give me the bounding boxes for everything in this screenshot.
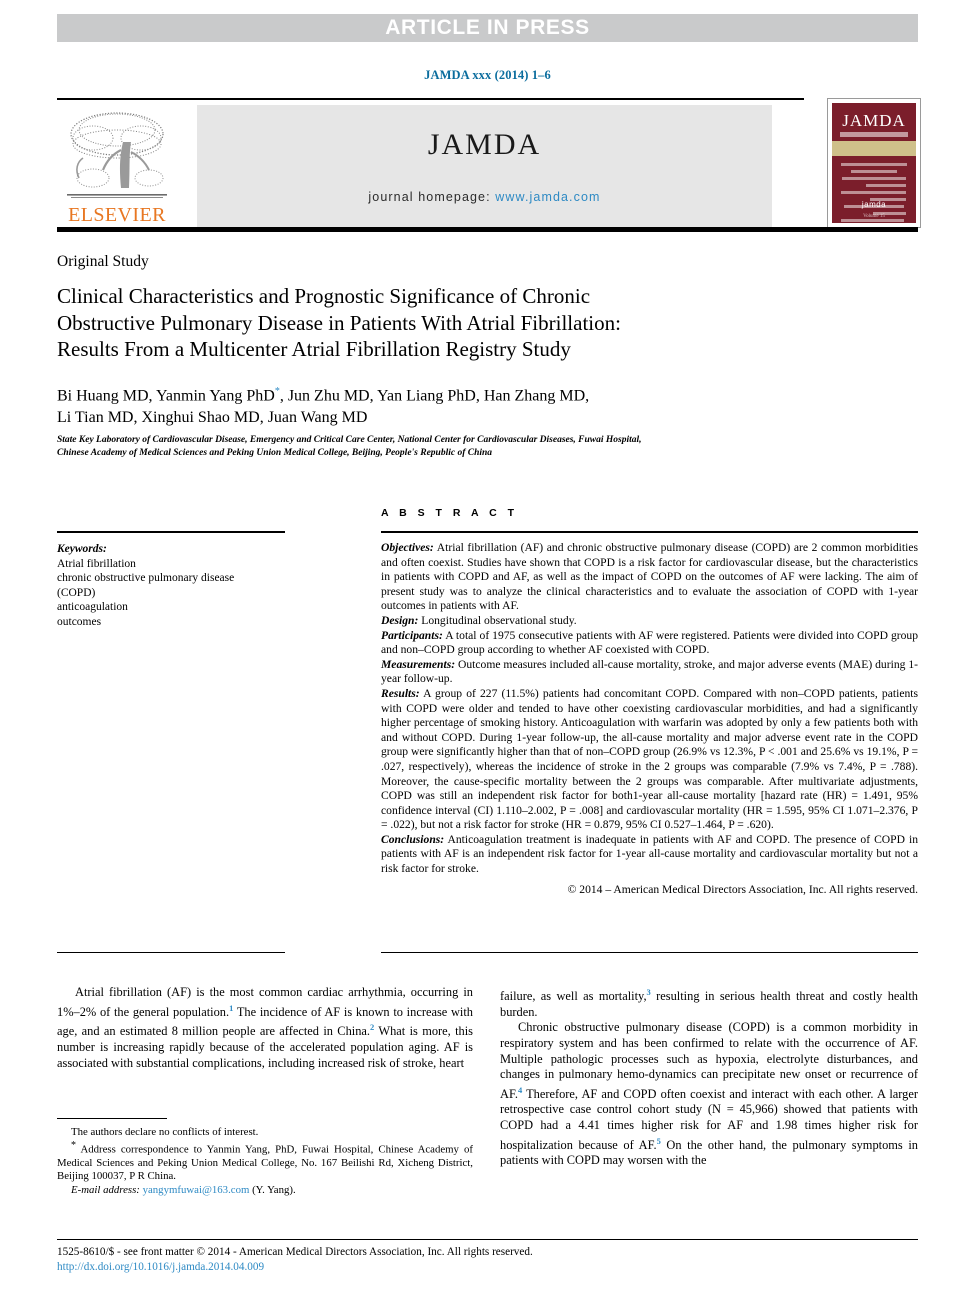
abstract-design-text: Longitudinal observational study. <box>418 613 577 627</box>
email-label: E-mail address: <box>71 1183 140 1196</box>
article-title-line-3: Results From a Multicenter Atrial Fibril… <box>57 337 571 361</box>
author-line-2: Li Tian MD, Xinghui Shao MD, Juan Wang M… <box>57 409 368 427</box>
abstract-conclusions-label: Conclusions: <box>381 832 445 846</box>
cover-background: JAMDA jamda Volume 15 <box>832 103 916 227</box>
continued-text-a: failure, as well as mortality, <box>500 989 647 1004</box>
keyword-item: chronic obstructive pulmonary disease <box>57 572 235 584</box>
keywords-block: Keywords: Atrial fibrillation chronic ob… <box>57 542 287 629</box>
article-title-line-2: Obstructive Pulmonary Disease in Patient… <box>57 310 621 335</box>
abstract-design-label: Design: <box>381 613 419 627</box>
abstract-objectives-label: Objectives: <box>381 541 434 554</box>
article-title-line-1: Clinical Characteristics and Prognostic … <box>57 284 591 308</box>
email-suffix: (Y. Yang). <box>249 1183 296 1196</box>
elsevier-tree-icon <box>67 112 167 198</box>
keywords-bottom-rule <box>57 952 285 953</box>
authors-segment-2: , Jun Zhu MD, Yan Liang PhD, Han Zhang M… <box>279 387 590 405</box>
cover-logo: jamda <box>861 200 887 209</box>
journal-homepage-link[interactable]: www.jamda.com <box>495 190 600 204</box>
homepage-prefix-label: journal homepage: <box>368 190 491 204</box>
article-in-press-banner: ARTICLE IN PRESS <box>57 14 918 42</box>
imprint-issn-line: 1525-8610/$ - see front matter © 2014 - … <box>57 1246 533 1258</box>
body-paragraph-copd: Chronic obstructive pulmonary disease (C… <box>500 1020 918 1169</box>
cover-title: JAMDA <box>842 111 906 130</box>
abstract-body: Objectives: Atrial fibrillation (AF) and… <box>381 541 918 897</box>
elsevier-wordmark: ELSEVIER <box>68 204 166 226</box>
author-list: Bi Huang MD, Yanmin Yang PhD*, Jun Zhu M… <box>57 381 857 429</box>
abstract-bottom-rule <box>381 952 918 953</box>
abstract-measurements-label: Measurements: <box>381 657 456 671</box>
abstract-objectives: Objectives: Atrial fibrillation (AF) and… <box>381 541 918 614</box>
keyword-item: anticoagulation <box>57 601 128 613</box>
footnote-separator-rule <box>57 1118 167 1119</box>
abstract-design: Design: Longitudinal observational study… <box>381 614 918 629</box>
abstract-results-text: A group of 227 (11.5%) patients had conc… <box>381 686 918 832</box>
email-link[interactable]: yangymfuwai@163.com <box>143 1184 250 1196</box>
abstract-participants-text: A total of 1975 consecutive patients wit… <box>381 628 918 657</box>
author-line-1: Bi Huang MD, Yanmin Yang PhD*, Jun Zhu M… <box>57 381 857 407</box>
cover-volume-label: Volume 15 <box>863 214 885 219</box>
footnotes-block: The authors declare no conflicts of inte… <box>57 1126 473 1197</box>
abstract-measurements-text: Outcome measures included all-cause mort… <box>381 657 918 686</box>
authors-segment-1: Bi Huang MD, Yanmin Yang PhD <box>57 387 275 405</box>
doi-link[interactable]: http://dx.doi.org/10.1016/j.jamda.2014.0… <box>57 1260 918 1275</box>
article-title: Clinical Characteristics and Prognostic … <box>57 283 857 363</box>
abstract-results-label: Results: <box>381 686 420 700</box>
abstract-participants-label: Participants: <box>381 628 443 642</box>
masthead: ELSEVIER JAMDA journal homepage: www.jam… <box>57 98 921 232</box>
journal-cover-thumbnail: JAMDA jamda Volume 15 <box>827 98 921 228</box>
journal-homepage-box: JAMDA journal homepage: www.jamda.com <box>197 105 772 227</box>
journal-reference-line: JAMDA xxx (2014) 1–6 <box>424 68 551 82</box>
page-bottom-rule <box>57 1239 918 1240</box>
body-paragraph-intro: Atrial fibrillation (AF) is the most com… <box>57 985 473 1071</box>
abstract-results: Results: A group of 227 (11.5%) patients… <box>381 687 918 833</box>
body-column-left: Atrial fibrillation (AF) is the most com… <box>57 985 473 1071</box>
abstract-participants: Participants: A total of 1975 consecutiv… <box>381 629 918 658</box>
footnote-conflicts: The authors declare no conflicts of inte… <box>71 1126 259 1138</box>
keywords-top-rule <box>57 531 285 533</box>
abstract-conclusions-text: Anticoagulation treatment is inadequate … <box>381 832 918 876</box>
article-in-press-label: ARTICLE IN PRESS <box>385 16 590 39</box>
masthead-bottom-rule <box>57 227 918 232</box>
journal-homepage-line: journal homepage: www.jamda.com <box>368 190 600 204</box>
abstract-conclusions: Conclusions: Anticoagulation treatment i… <box>381 833 918 877</box>
keyword-item: Atrial fibrillation <box>57 557 136 570</box>
masthead-top-rule <box>57 98 804 100</box>
abstract-objectives-text: Atrial fibrillation (AF) and chronic obs… <box>381 541 918 613</box>
keyword-item: (COPD) <box>57 586 96 599</box>
elsevier-logo: ELSEVIER <box>57 105 177 225</box>
article-section-label: Original Study <box>57 253 149 270</box>
abstract-top-rule <box>381 531 918 533</box>
body-paragraph-continued: failure, as well as mortality,3 resultin… <box>500 985 918 1020</box>
body-column-right: failure, as well as mortality,3 resultin… <box>500 985 918 1169</box>
affiliation-line-2: Chinese Academy of Medical Sciences and … <box>57 448 493 458</box>
author-affiliation: State Key Laboratory of Cardiovascular D… <box>57 434 857 460</box>
affiliation-line-1: State Key Laboratory of Cardiovascular D… <box>57 435 642 445</box>
footnote-correspondence: * Address correspondence to Yanmin Yang,… <box>57 1139 473 1183</box>
journal-wordmark: JAMDA <box>427 128 542 161</box>
imprint-block: 1525-8610/$ - see front matter © 2014 - … <box>57 1245 918 1275</box>
abstract-copyright: © 2014 – American Medical Directors Asso… <box>567 882 918 896</box>
keywords-heading: Keywords: <box>57 543 107 555</box>
cover-accent-band <box>832 141 916 156</box>
abstract-heading: A B S T R A C T <box>381 507 518 519</box>
cover-subtitle-bar <box>840 132 908 137</box>
abstract-measurements: Measurements: Outcome measures included … <box>381 658 918 687</box>
footnote-correspondence-text: Address correspondence to Yanmin Yang, P… <box>57 1143 473 1183</box>
keyword-item: outcomes <box>57 615 102 628</box>
footnote-email: E-mail address: yangymfuwai@163.com (Y. … <box>57 1184 473 1197</box>
